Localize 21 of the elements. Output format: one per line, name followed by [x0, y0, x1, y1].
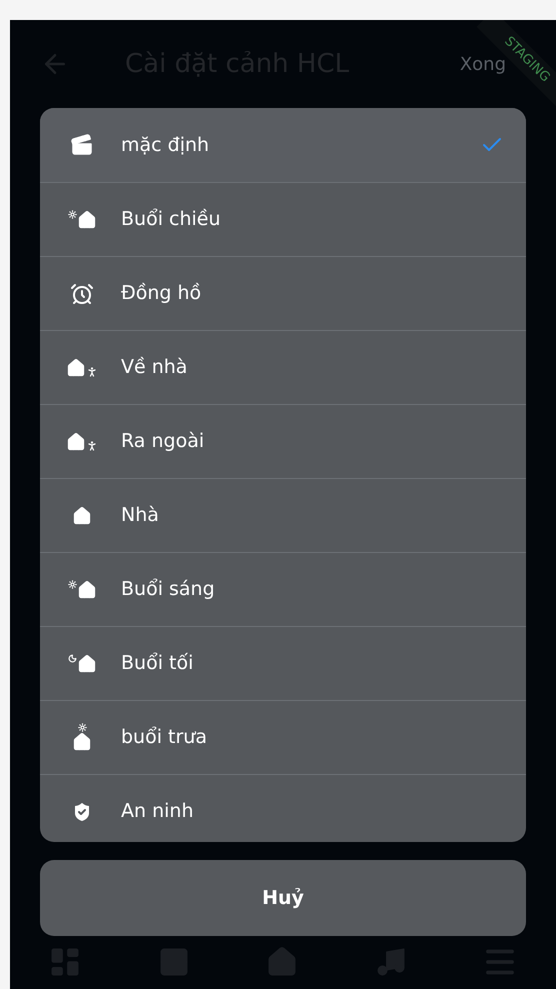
scene-option[interactable]: Về nhà: [40, 330, 526, 404]
scene-option[interactable]: Ra ngoài: [40, 404, 526, 478]
scene-label: Về nhà: [121, 355, 188, 380]
scene-option[interactable]: Buổi sáng: [40, 552, 526, 626]
scene-option[interactable]: buổi trưa: [40, 700, 526, 774]
scene-label: Buổi tối: [121, 651, 194, 676]
scene-option[interactable]: Buổi chiều: [40, 182, 526, 256]
scene-label: mặc định: [121, 132, 210, 158]
scene-label: buổi trưa: [121, 725, 207, 750]
scene-label: Đồng hồ: [121, 281, 202, 306]
cancel-button[interactable]: Huỷ: [40, 860, 526, 936]
scene-option[interactable]: mặc định: [40, 108, 526, 182]
scene-label: Buổi sáng: [121, 577, 215, 602]
scene-option[interactable]: Nhà: [40, 478, 526, 552]
scene-option[interactable]: An ninh: [40, 774, 526, 842]
scene-label: Ra ngoài: [121, 429, 204, 454]
scene-option[interactable]: Đồng hồ: [40, 256, 526, 330]
scene-label: Nhà: [121, 503, 159, 528]
scene-option[interactable]: Buổi tối: [40, 626, 526, 700]
scene-label: Buổi chiều: [121, 207, 221, 232]
scene-label: An ninh: [121, 799, 194, 824]
